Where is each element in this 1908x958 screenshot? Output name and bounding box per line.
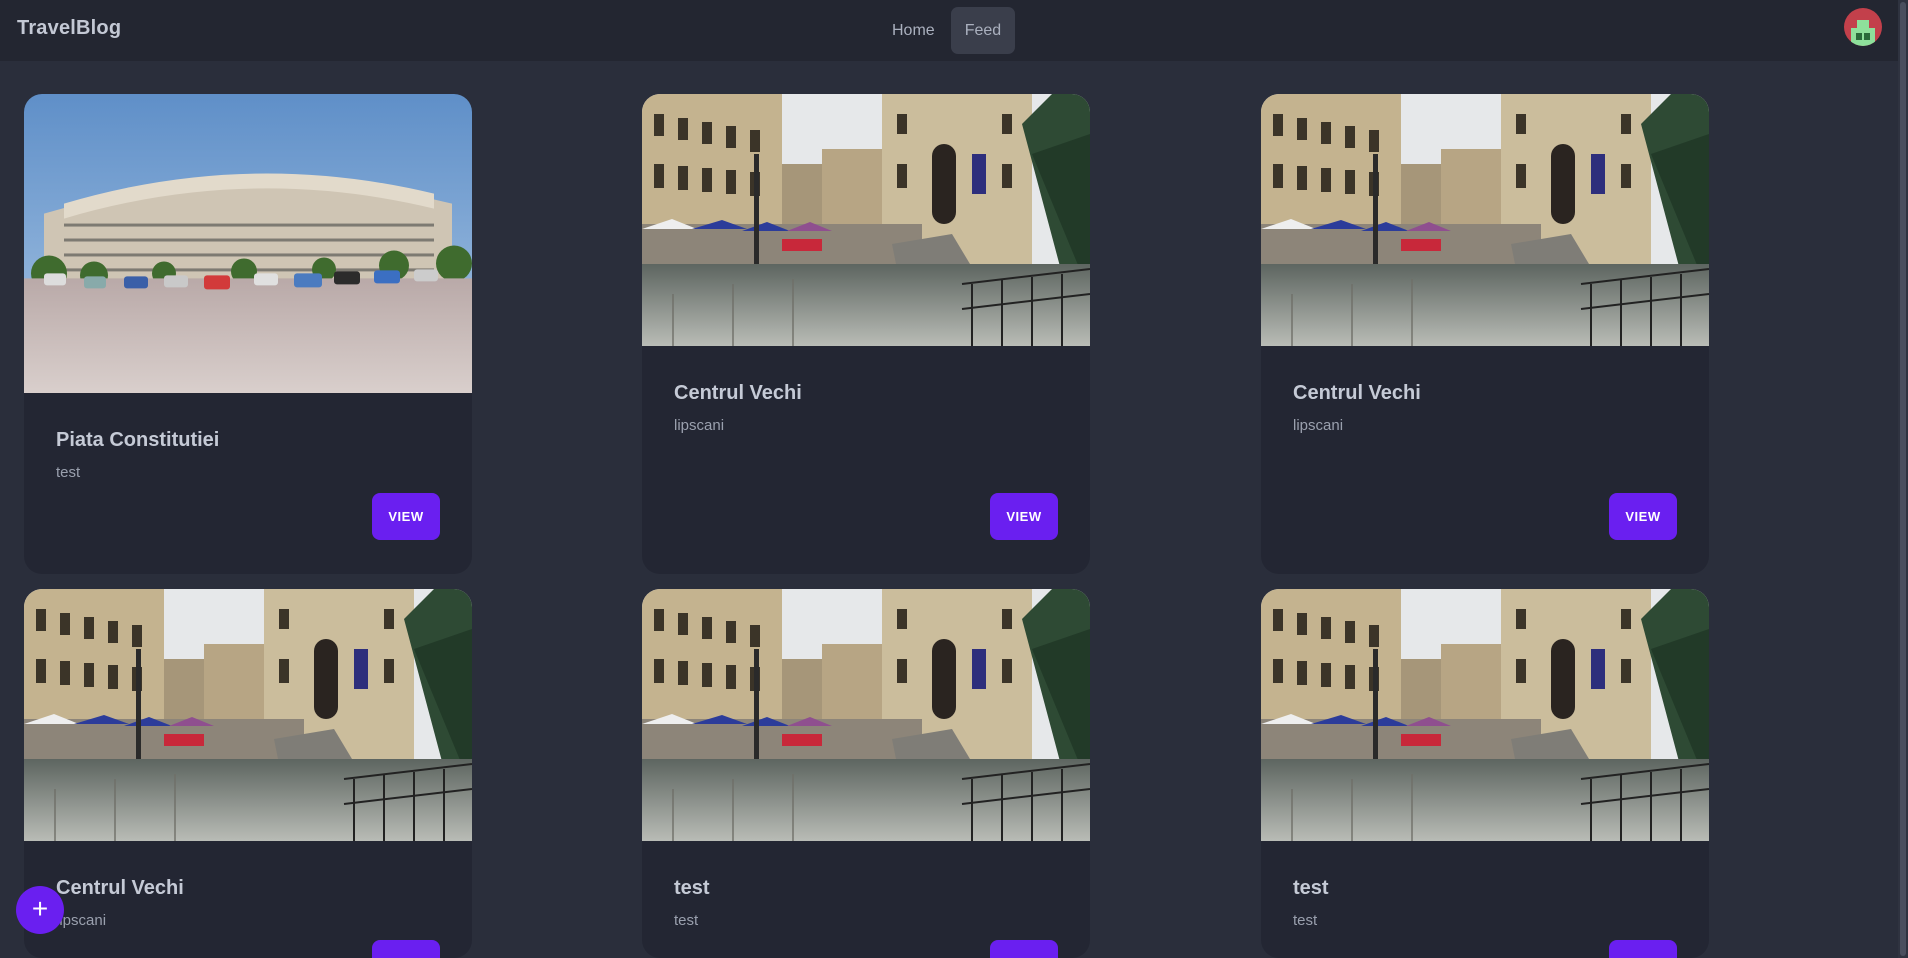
view-button[interactable]: VIEW (1609, 940, 1677, 958)
post-card: Piata Constitutiei test VIEW (24, 94, 472, 574)
card-description: test (674, 912, 699, 929)
card-image (642, 589, 1090, 841)
card-description: lipscani (1293, 417, 1344, 434)
card-title: Piata Constitutiei (56, 429, 220, 451)
post-card: test test VIEW (642, 589, 1090, 958)
card-title: Centrul Vechi (56, 877, 184, 899)
view-button[interactable]: VIEW (1609, 493, 1677, 540)
card-description: test (1293, 912, 1318, 929)
card-title: Centrul Vechi (674, 382, 802, 404)
top-navbar: TravelBlog Home Feed (0, 0, 1898, 61)
post-card: test test VIEW (1261, 589, 1709, 958)
card-title: test (674, 877, 710, 899)
page-scrollbar[interactable] (1898, 0, 1908, 958)
post-card: Centrul Vechi lipscani VIEW (1261, 94, 1709, 574)
add-post-button[interactable]: + (16, 886, 64, 934)
card-image (642, 94, 1090, 346)
nav-links: Home Feed (878, 7, 1016, 54)
user-avatar[interactable] (1844, 8, 1882, 46)
card-image (24, 589, 472, 841)
brand-logo[interactable]: TravelBlog (17, 17, 121, 40)
card-description: lipscani (674, 417, 725, 434)
post-card: Centrul Vechi lipscani VIEW (24, 589, 472, 958)
post-card: Centrul Vechi lipscani VIEW (642, 94, 1090, 574)
card-image (24, 94, 472, 393)
view-button[interactable]: VIEW (372, 940, 440, 958)
nav-link-home[interactable]: Home (878, 7, 949, 54)
card-image (1261, 94, 1709, 346)
plus-icon: + (31, 893, 49, 924)
view-button[interactable]: VIEW (990, 493, 1058, 540)
view-button[interactable]: VIEW (990, 940, 1058, 958)
card-title: test (1293, 877, 1329, 899)
card-image (1261, 589, 1709, 841)
card-title: Centrul Vechi (1293, 382, 1421, 404)
view-button[interactable]: VIEW (372, 493, 440, 540)
card-description: test (56, 464, 81, 481)
nav-link-feed[interactable]: Feed (950, 7, 1016, 54)
scrollbar-thumb[interactable] (1900, 2, 1906, 956)
